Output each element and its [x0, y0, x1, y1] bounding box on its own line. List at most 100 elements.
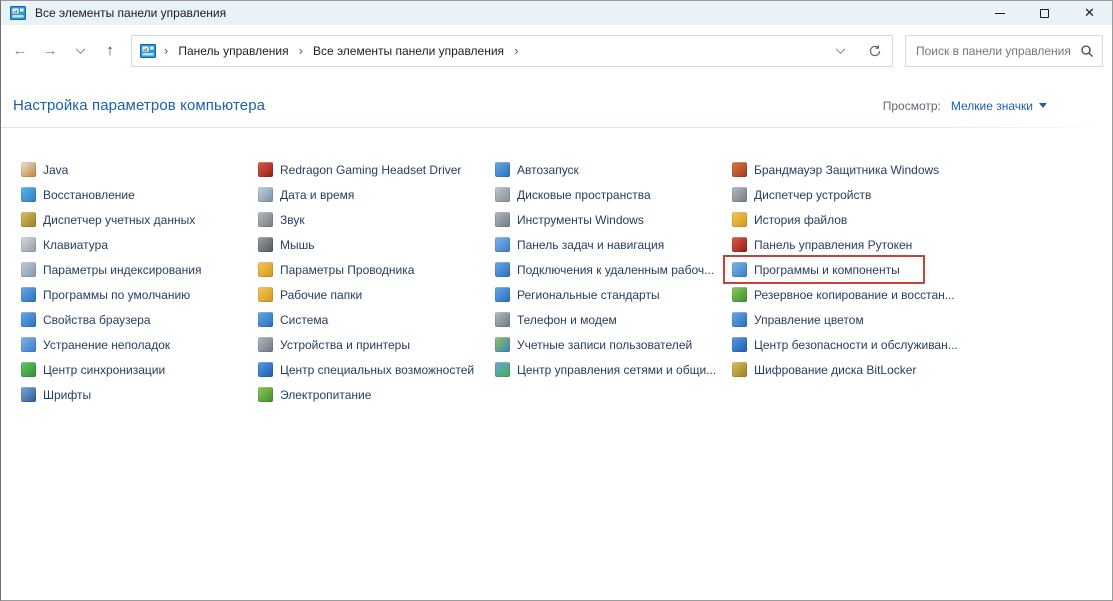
control-panel-item[interactable]: Устранение неполадок [21, 332, 170, 357]
back-button[interactable]: ← [5, 36, 35, 66]
items-grid: Java Восстановление Диспетчер учетных данн… [1, 157, 1112, 407]
view-dropdown[interactable]: Мелкие значки [951, 99, 1047, 113]
window-title: Все элементы панели управления [35, 6, 226, 20]
up-button[interactable]: ↑ [95, 36, 125, 66]
control-panel-item[interactable]: Автозапуск [495, 157, 579, 182]
control-panel-item[interactable]: Redragon Gaming Headset Driver [258, 157, 461, 182]
fonts-icon [21, 387, 36, 402]
control-panel-item[interactable]: Параметры индексирования [21, 257, 201, 282]
troubleshooting-icon [21, 337, 36, 352]
maximize-button[interactable] [1022, 1, 1067, 25]
window-controls: ✕ [977, 1, 1112, 25]
header-separator [1, 127, 1112, 128]
control-panel-item[interactable]: Центр специальных возможностей [258, 357, 474, 382]
control-panel-item[interactable]: Система [258, 307, 328, 332]
breadcrumb-all-items[interactable]: Все элементы панели управления [311, 40, 506, 62]
power-options-icon [258, 387, 273, 402]
sound-icon [258, 212, 273, 227]
control-panel-item-label: Электропитание [280, 388, 371, 402]
control-panel-item[interactable]: Подключения к удаленным рабоч... [495, 257, 714, 282]
navigation-bar: ← → ↑ › Панель управления › Все элементы… [1, 25, 1112, 76]
control-panel-item[interactable]: Программы по умолчанию [21, 282, 190, 307]
control-panel-item-label: Redragon Gaming Headset Driver [280, 163, 461, 177]
control-panel-item-label: Java [43, 163, 68, 177]
control-panel-item[interactable]: Шифрование диска BitLocker [732, 357, 916, 382]
recent-locations-button[interactable] [65, 36, 95, 66]
control-panel-item-label: Мышь [280, 238, 315, 252]
address-bar[interactable]: › Панель управления › Все элементы панел… [131, 35, 893, 67]
view-label: Просмотр: [883, 99, 941, 113]
back-arrow-icon: ← [13, 42, 28, 59]
refresh-icon[interactable] [868, 44, 882, 58]
remote-desktop-icon [495, 262, 510, 277]
control-panel-item-label: История файлов [754, 213, 847, 227]
page-title: Настройка параметров компьютера [13, 97, 265, 114]
chevron-down-icon [836, 44, 846, 54]
minimize-button[interactable] [977, 1, 1022, 25]
control-panel-item[interactable]: Центр синхронизации [21, 357, 165, 382]
view-dropdown-value: Мелкие значки [951, 99, 1033, 113]
taskbar-navigation-icon [495, 237, 510, 252]
address-dropdown-button[interactable] [831, 36, 850, 66]
breadcrumb-control-panel[interactable]: Панель управления [176, 40, 290, 62]
control-panel-item[interactable]: Диспетчер учетных данных [21, 207, 195, 232]
control-panel-item[interactable]: Резервное копирование и восстан... [732, 282, 955, 307]
control-panel-item-label: Диспетчер учетных данных [43, 213, 195, 227]
control-panel-item[interactable]: История файлов [732, 207, 847, 232]
search-box[interactable] [905, 35, 1103, 67]
ease-of-access-icon [258, 362, 273, 377]
file-explorer-options-icon [258, 262, 273, 277]
control-panel-item[interactable]: Параметры Проводника [258, 257, 414, 282]
control-panel-item[interactable]: Программы и компоненты [732, 257, 900, 282]
control-panel-item[interactable]: Брандмауэр Защитника Windows [732, 157, 939, 182]
control-panel-item[interactable]: Рабочие папки [258, 282, 362, 307]
control-panel-item[interactable]: Телефон и модем [495, 307, 617, 332]
control-panel-item[interactable]: Восстановление [21, 182, 135, 207]
control-panel-item[interactable]: Центр безопасности и обслуживан... [732, 332, 958, 357]
control-panel-item[interactable]: Учетные записи пользователей [495, 332, 692, 357]
control-panel-item[interactable]: Региональные стандарты [495, 282, 660, 307]
windows-firewall-icon [732, 162, 747, 177]
chevron-down-icon [75, 44, 85, 54]
control-panel-item-label: Региональные стандарты [517, 288, 660, 302]
control-panel-item[interactable]: Дата и время [258, 182, 354, 207]
forward-button[interactable]: → [35, 36, 65, 66]
internet-options-icon [21, 312, 36, 327]
control-panel-item[interactable]: Электропитание [258, 382, 371, 407]
breadcrumb-separator: › [156, 44, 176, 57]
control-panel-item[interactable]: Инструменты Windows [495, 207, 644, 232]
control-panel-item[interactable]: Центр управления сетями и общи... [495, 357, 716, 382]
control-panel-item[interactable]: Панель задач и навигация [495, 232, 664, 257]
control-panel-item[interactable]: Устройства и принтеры [258, 332, 410, 357]
control-panel-icon [140, 43, 156, 59]
control-panel-item[interactable]: Клавиатура [21, 232, 108, 257]
control-panel-item[interactable]: Мышь [258, 232, 315, 257]
minimize-icon [995, 13, 1005, 14]
credential-manager-icon [21, 212, 36, 227]
titlebar: Все элементы панели управления ✕ [1, 1, 1112, 25]
control-panel-item[interactable]: Свойства браузера [21, 307, 151, 332]
control-panel-item-label: Шрифты [43, 388, 91, 402]
control-panel-item[interactable]: Панель управления Рутокен [732, 232, 912, 257]
control-panel-item[interactable]: Диспетчер устройств [732, 182, 871, 207]
search-icon[interactable] [1080, 44, 1094, 58]
control-panel-item-label: Панель управления Рутокен [754, 238, 912, 252]
control-panel-item[interactable]: Дисковые пространства [495, 182, 651, 207]
network-sharing-center-icon [495, 362, 510, 377]
recovery-icon [21, 187, 36, 202]
control-panel-item[interactable]: Шрифты [21, 382, 91, 407]
control-panel-item-label: Программы по умолчанию [43, 288, 190, 302]
search-input[interactable] [914, 43, 1080, 59]
control-panel-item-label: Инструменты Windows [517, 213, 644, 227]
control-panel-item-label: Центр управления сетями и общи... [517, 363, 716, 377]
autoplay-icon [495, 162, 510, 177]
control-panel-item[interactable]: Управление цветом [732, 307, 864, 332]
control-panel-item[interactable]: Звук [258, 207, 305, 232]
security-maintenance-icon [732, 337, 747, 352]
control-panel-item-label: Параметры Проводника [280, 263, 414, 277]
phone-modem-icon [495, 312, 510, 327]
control-panel-item[interactable]: Java [21, 157, 68, 182]
close-button[interactable]: ✕ [1067, 1, 1112, 25]
programs-features-icon [732, 262, 747, 277]
control-panel-item-label: Центр безопасности и обслуживан... [754, 338, 958, 352]
